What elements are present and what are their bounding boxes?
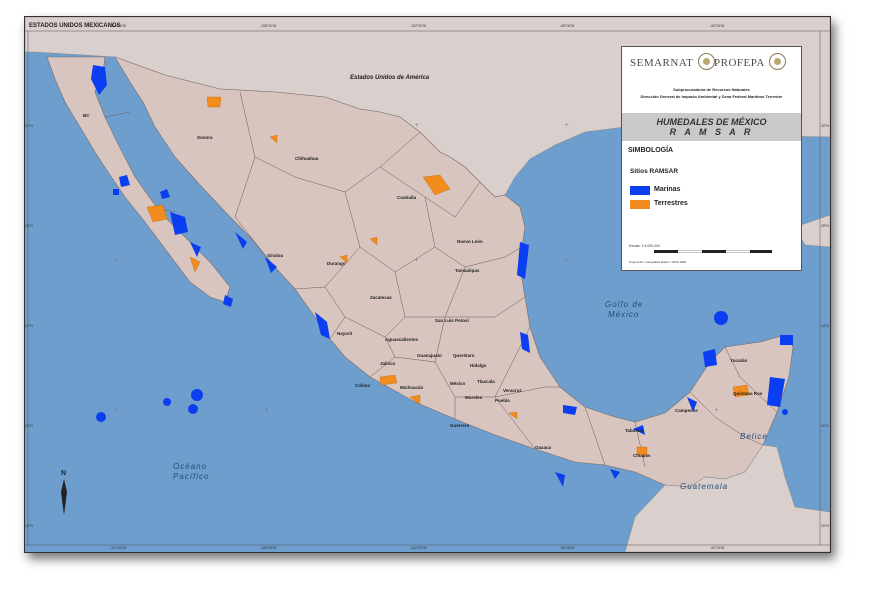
tick-label-longitude: -96°00'W — [560, 546, 575, 550]
state-label: Campeche — [675, 408, 698, 413]
legend-subtitle-2: Dirección General de Impacto Ambiental y… — [640, 94, 783, 99]
tick-label-latitude: 24°N — [25, 324, 33, 328]
state-label: Colima — [355, 383, 371, 388]
tick-label-longitude: -90°00'W — [710, 24, 725, 28]
belize-label: Belice — [740, 432, 768, 441]
marine-site — [703, 349, 717, 367]
state-label: Sonora — [197, 135, 213, 140]
marine-site — [113, 189, 119, 195]
tick-label-longitude: -108°00'W — [260, 24, 277, 28]
state-label: Hidalgo — [470, 363, 487, 368]
legend-title-band: HUMEDALES DE MÉXICO R A M S A R — [622, 113, 801, 141]
projection-text: Proyección: Geográfica Datum: WGS 1984 — [629, 260, 687, 264]
marine-site — [782, 409, 788, 415]
top-label: ESTADOS UNIDOS MEXICANOS — [29, 23, 121, 29]
ocean-label-line2: Pacífico — [173, 472, 209, 481]
guatemala-label: Guatemala — [680, 482, 728, 491]
state-label: San Luis Potosí — [435, 318, 470, 323]
sites-header: Sitios RAMSAR — [630, 168, 679, 175]
svg-text:+: + — [415, 258, 419, 264]
state-label: Puebla — [495, 398, 510, 403]
state-label: Zacatecas — [370, 295, 392, 300]
seal-icon — [697, 53, 715, 71]
state-label: México — [450, 381, 466, 386]
marine-site — [188, 404, 198, 414]
state-label: Jalisco — [380, 361, 396, 366]
tick-label-latitude: 32°N — [821, 124, 829, 128]
tick-label-longitude: -108°00'W — [260, 546, 277, 550]
tick-label-latitude: 20°N — [821, 424, 829, 428]
semarnat-logo: SEMARNAT — [630, 53, 715, 79]
profepa-logo: PROFEPA — [714, 53, 787, 79]
state-label: Querétaro — [453, 353, 475, 358]
marinas-swatch — [630, 186, 650, 195]
svg-text:+: + — [565, 123, 569, 129]
terrestrial-site — [206, 96, 222, 108]
ocean-label-line1: Océano — [173, 462, 207, 471]
state-label: Quintana Roo — [733, 391, 763, 396]
state-label: Tabasco — [625, 428, 643, 433]
svg-text:+: + — [115, 408, 119, 414]
state-label: Guanajuato — [417, 353, 442, 358]
svg-text:+: + — [715, 408, 719, 414]
state-label: Coahuila — [397, 195, 416, 200]
legend-title-ramsar: R A M S A R — [669, 127, 754, 137]
tick-label-latitude: 28°N — [821, 224, 829, 228]
scale-bar — [654, 250, 772, 253]
tick-label-longitude: -90°00'W — [710, 546, 725, 550]
state-label: Aguascalientes — [385, 337, 419, 342]
tick-label-longitude: -96°00'W — [560, 24, 575, 28]
legend-subtitle-1: Subprocuraduría de Recursos Naturales — [673, 87, 750, 92]
svg-text:+: + — [415, 123, 419, 129]
scale-text: Escala: 1:4,000,000 — [629, 244, 660, 248]
marine-site — [163, 398, 171, 406]
state-label: Michoacán — [400, 385, 424, 390]
state-label: BC — [83, 113, 90, 118]
state-label: Yucatán — [730, 358, 748, 363]
state-label: Morelos — [465, 395, 483, 400]
tick-label-longitude: -102°00'W — [410, 546, 427, 550]
gulf-label-line1: Golfo de — [605, 300, 643, 309]
terrestres-swatch — [630, 200, 650, 209]
usa-label: Estados Unidos de América — [350, 75, 430, 81]
tick-label-latitude: 16°N — [821, 524, 829, 528]
marine-site — [780, 335, 793, 345]
symbology-heading: SIMBOLOGÍA — [628, 147, 674, 154]
state-label: Tamaulipas — [455, 268, 480, 273]
seal-icon — [769, 53, 787, 71]
marine-site — [714, 311, 728, 325]
state-label: Guerrero — [450, 423, 470, 428]
tick-label-latitude: 32°N — [25, 124, 33, 128]
state-label: Sinaloa — [267, 253, 284, 258]
state-label: Oaxaca — [535, 445, 552, 450]
state-label: Veracruz — [503, 388, 523, 393]
state-label: Nuevo León — [457, 239, 483, 244]
tick-label-longitude: -102°00'W — [410, 24, 427, 28]
state-label: Chiapas — [633, 453, 651, 458]
state-label: Chihuahua — [295, 156, 319, 161]
state-label: Durango — [327, 261, 346, 266]
tick-label-longitude: -114°00'W — [110, 546, 127, 550]
svg-text:+: + — [265, 408, 269, 414]
tick-label-latitude: 20°N — [25, 424, 33, 428]
gulf-label-line2: México — [608, 310, 639, 319]
svg-text:N: N — [61, 470, 66, 477]
svg-text:+: + — [565, 258, 569, 264]
terrestres-label: Terrestres — [654, 200, 688, 207]
state-label: Nayarit — [337, 331, 353, 336]
marine-site — [191, 389, 203, 401]
tick-label-latitude: 28°N — [25, 224, 33, 228]
state-label: Tlaxcala — [477, 379, 495, 384]
svg-text:+: + — [115, 258, 119, 264]
legend-title: HUMEDALES DE MÉXICO — [656, 117, 767, 127]
tick-label-latitude: 24°N — [821, 324, 829, 328]
marine-site — [96, 412, 106, 422]
legend-panel: SEMARNAT PROFEPA Subprocuraduría de Recu… — [621, 46, 802, 271]
tick-label-latitude: 16°N — [25, 524, 33, 528]
map-frame: ++ ++ ++ ++ ++ -114°00'W-114°00'W-108°00… — [24, 16, 831, 553]
marinas-label: Marinas — [654, 186, 681, 193]
